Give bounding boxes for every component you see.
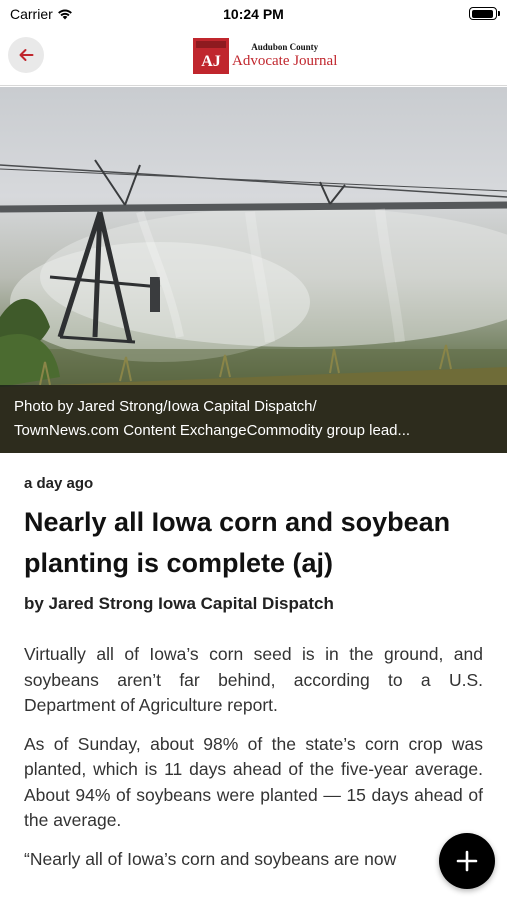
article-timestamp: a day ago xyxy=(24,475,94,492)
plus-icon xyxy=(456,850,478,872)
photo-caption: Photo by Jared Strong/Iowa Capital Dispa… xyxy=(0,385,507,453)
article-body: a day ago Nearly all Iowa corn and soybe… xyxy=(0,453,507,872)
logo-mark: AJ xyxy=(193,38,229,74)
battery-icon xyxy=(469,7,500,20)
add-button[interactable] xyxy=(439,833,495,889)
article-paragraph: “Nearly all of Iowa’s corn and soybeans … xyxy=(24,848,397,869)
nav-bar: AJ Audubon County Advocate Journal xyxy=(0,28,507,86)
logo-line2: Advocate Journal xyxy=(232,53,338,69)
clock: 10:24 PM xyxy=(223,6,284,22)
article-byline: by Jared Strong Iowa Capital Dispatch xyxy=(24,594,334,613)
hero-image[interactable]: Photo by Jared Strong/Iowa Capital Dispa… xyxy=(0,87,507,453)
status-bar: Carrier 10:24 PM xyxy=(0,0,507,28)
article-paragraph: Virtually all of Iowa’s corn seed is in … xyxy=(24,644,483,715)
article-headline: Nearly all Iowa corn and soybean plantin… xyxy=(24,507,451,578)
publication-logo: AJ Audubon County Advocate Journal xyxy=(193,37,337,75)
caption-line-2: TownNews.com Content ExchangeCommodity g… xyxy=(14,422,411,439)
article-paragraph: As of Sunday, about 98% of the state’s c… xyxy=(24,733,483,831)
logo-text: Audubon County Advocate Journal xyxy=(232,43,337,69)
caption-line-1: Photo by Jared Strong/Iowa Capital Dispa… xyxy=(14,398,317,415)
logo-line1: Audubon County xyxy=(251,42,319,52)
back-button[interactable] xyxy=(8,37,44,73)
arrow-left-icon xyxy=(19,49,34,61)
